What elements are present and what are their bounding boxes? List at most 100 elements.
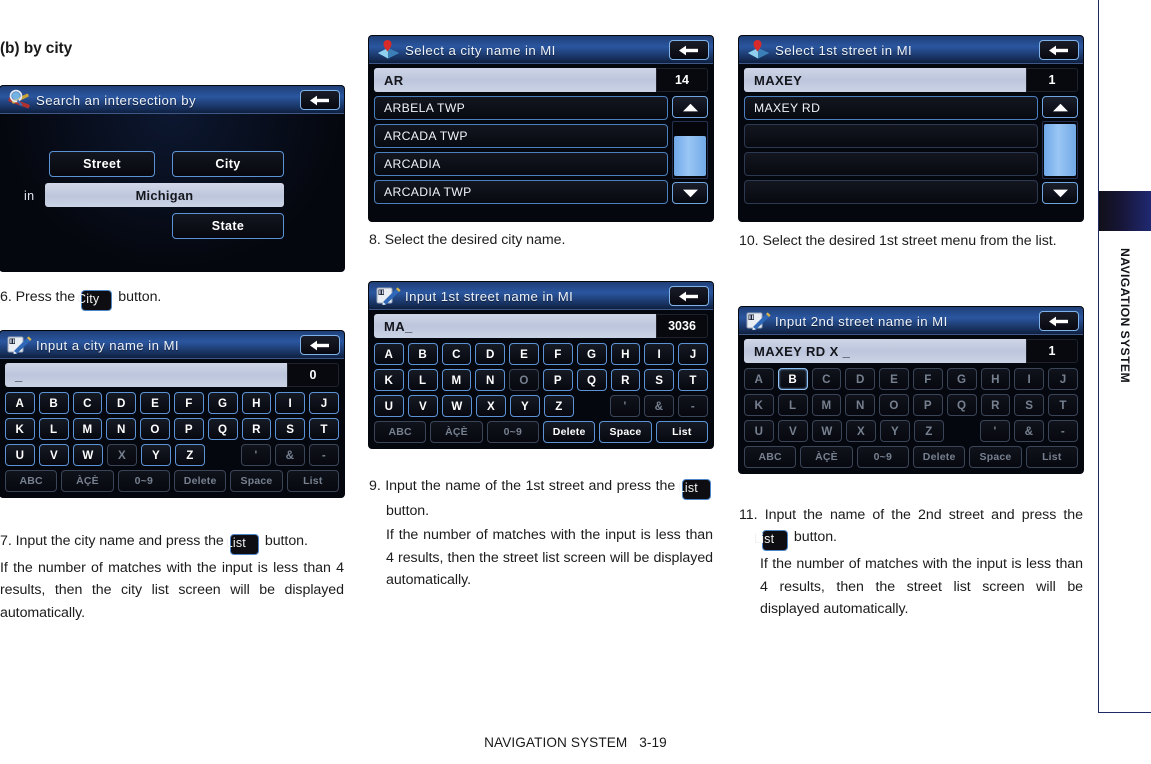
key-j[interactable]: J: [1048, 368, 1078, 390]
key-ampersand[interactable]: &: [644, 395, 674, 417]
key-z[interactable]: Z: [175, 444, 205, 466]
key-space[interactable]: Space: [230, 470, 283, 492]
list-item[interactable]: ARCADA TWP: [374, 124, 668, 148]
triangle-up-icon[interactable]: [672, 96, 708, 118]
key-x[interactable]: X: [476, 395, 506, 417]
key-s[interactable]: S: [1014, 394, 1045, 416]
key-s[interactable]: S: [275, 418, 306, 440]
street-button[interactable]: Street: [49, 151, 155, 177]
key-r[interactable]: R: [610, 369, 641, 391]
key-t[interactable]: T: [309, 418, 339, 440]
key-b[interactable]: B: [38, 392, 69, 414]
key-abc[interactable]: ABC: [744, 446, 797, 468]
key-v[interactable]: V: [778, 420, 808, 442]
key-k[interactable]: K: [744, 394, 774, 416]
list-item[interactable]: ARBELA TWP: [374, 96, 668, 120]
key-n[interactable]: N: [106, 418, 137, 440]
key-k[interactable]: K: [374, 369, 404, 391]
back-arrow-icon[interactable]: [1039, 40, 1079, 60]
back-arrow-icon[interactable]: [300, 90, 340, 110]
input-street1-field[interactable]: MA_: [374, 314, 656, 338]
key-g[interactable]: G: [576, 343, 607, 365]
key-numbers[interactable]: 0~9: [117, 470, 170, 492]
scroll-thumb[interactable]: [674, 136, 706, 176]
key-e[interactable]: E: [879, 368, 909, 390]
key-t[interactable]: T: [678, 369, 708, 391]
key-f[interactable]: F: [912, 368, 943, 390]
key-l[interactable]: L: [38, 418, 69, 440]
key-o[interactable]: O: [509, 369, 539, 391]
key-d[interactable]: D: [845, 368, 876, 390]
key-y[interactable]: Y: [141, 444, 171, 466]
key-c[interactable]: C: [441, 343, 472, 365]
key-y[interactable]: Y: [510, 395, 540, 417]
list-item[interactable]: [744, 180, 1038, 204]
key-y[interactable]: Y: [880, 420, 910, 442]
key-a[interactable]: A: [744, 368, 774, 390]
key-list[interactable]: List: [286, 470, 339, 492]
key-l[interactable]: L: [777, 394, 808, 416]
key-h[interactable]: H: [241, 392, 272, 414]
key-h[interactable]: H: [980, 368, 1011, 390]
key-v[interactable]: V: [39, 444, 69, 466]
key-delete[interactable]: Delete: [912, 446, 966, 468]
key-o[interactable]: O: [879, 394, 909, 416]
triangle-down-icon[interactable]: [1042, 182, 1078, 204]
key-j[interactable]: J: [678, 343, 708, 365]
scroll-track[interactable]: [1042, 121, 1078, 179]
key-q[interactable]: Q: [576, 369, 607, 391]
back-arrow-icon[interactable]: [669, 286, 709, 306]
key-hyphen[interactable]: -: [678, 395, 708, 417]
key-i[interactable]: I: [644, 343, 675, 365]
key-apostrophe[interactable]: ': [980, 420, 1010, 442]
key-b[interactable]: B: [407, 343, 438, 365]
triangle-up-icon[interactable]: [1042, 96, 1078, 118]
key-abc[interactable]: ABC: [374, 421, 427, 443]
key-delete[interactable]: Delete: [173, 470, 227, 492]
screen-input-street2[interactable]: Input 2nd street name in MI MAXEY RD X _…: [739, 307, 1083, 473]
key-g[interactable]: G: [207, 392, 238, 414]
list-item[interactable]: MAXEY RD: [744, 96, 1038, 120]
key-a[interactable]: A: [5, 392, 35, 414]
list-item[interactable]: ARCADIA: [374, 152, 668, 176]
input-street2-field[interactable]: MAXEY RD X _: [744, 339, 1026, 363]
key-f[interactable]: F: [173, 392, 204, 414]
key-q[interactable]: Q: [946, 394, 977, 416]
scrollbar[interactable]: [1042, 96, 1078, 204]
key-q[interactable]: Q: [207, 418, 238, 440]
key-l[interactable]: L: [407, 369, 438, 391]
key-m[interactable]: M: [441, 369, 472, 391]
key-u[interactable]: U: [374, 395, 404, 417]
key-hyphen[interactable]: -: [1048, 420, 1078, 442]
key-p[interactable]: P: [912, 394, 943, 416]
key-e[interactable]: E: [140, 392, 170, 414]
triangle-down-icon[interactable]: [672, 182, 708, 204]
key-x[interactable]: X: [107, 444, 137, 466]
key-numbers[interactable]: 0~9: [486, 421, 539, 443]
list-item[interactable]: [744, 124, 1038, 148]
back-arrow-icon[interactable]: [669, 40, 709, 60]
key-o[interactable]: O: [140, 418, 170, 440]
state-button[interactable]: State: [172, 213, 284, 239]
list-item[interactable]: ARCADIA TWP: [374, 180, 668, 204]
key-j[interactable]: J: [309, 392, 339, 414]
list-pill-button[interactable]: List: [754, 530, 788, 552]
key-z[interactable]: Z: [544, 395, 574, 417]
key-d[interactable]: D: [106, 392, 137, 414]
key-w[interactable]: W: [73, 444, 103, 466]
key-h[interactable]: H: [610, 343, 641, 365]
screen-search-intersection[interactable]: Search an intersection by Street City in…: [0, 86, 344, 271]
key-w[interactable]: W: [442, 395, 472, 417]
key-e[interactable]: E: [509, 343, 539, 365]
key-r[interactable]: R: [980, 394, 1011, 416]
key-c[interactable]: C: [72, 392, 103, 414]
key-list[interactable]: List: [655, 421, 708, 443]
key-z[interactable]: Z: [914, 420, 944, 442]
key-u[interactable]: U: [5, 444, 35, 466]
key-list[interactable]: List: [1025, 446, 1078, 468]
key-space[interactable]: Space: [969, 446, 1022, 468]
key-v[interactable]: V: [408, 395, 438, 417]
key-m[interactable]: M: [72, 418, 103, 440]
key-ampersand[interactable]: &: [1014, 420, 1044, 442]
key-s[interactable]: S: [644, 369, 675, 391]
